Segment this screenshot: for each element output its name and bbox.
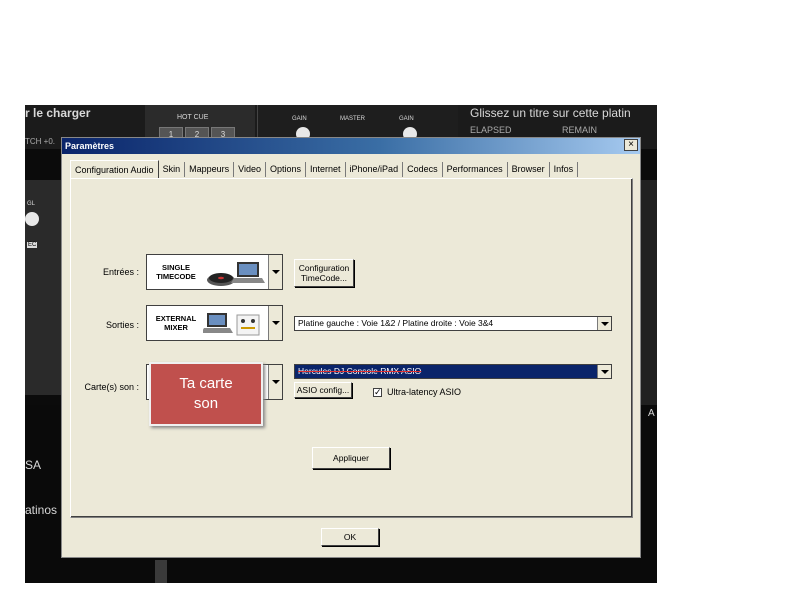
tab-infos[interactable]: Infos	[550, 162, 579, 177]
bg-pitch-label: TCH +0.	[25, 137, 56, 146]
ok-button[interactable]: OK	[321, 528, 379, 546]
outputs-label: Sorties :	[105, 320, 139, 330]
settings-dialog: Paramètres × Configuration Audio Skin Mapp…	[61, 137, 641, 558]
bg-hot-cue-label: HOT CUE	[177, 114, 209, 121]
outputs-routing-select[interactable]: Platine gauche : Voie 1&2 / Platine droi…	[294, 316, 612, 331]
tab-codecs[interactable]: Codecs	[403, 162, 443, 177]
dialog-title-bar[interactable]: Paramètres ×	[62, 138, 640, 154]
bg-left-knob	[25, 212, 39, 226]
chevron-down-icon[interactable]	[597, 365, 611, 378]
tab-browser[interactable]: Browser	[508, 162, 550, 177]
outputs-device-line2: MIXER	[164, 323, 188, 332]
soundcard-callout: Ta carte son	[149, 362, 263, 426]
settings-tabs: Configuration Audio Skin Mappeurs Video Opti…	[70, 160, 579, 178]
soundcard-value: Hercules DJ Console RMX ASIO	[298, 366, 422, 376]
tab-configuration-audio[interactable]: Configuration Audio	[70, 160, 159, 178]
external-mixer-icon: EXTERNAL MIXER	[147, 306, 269, 340]
bg-gain-left: GAIN	[292, 116, 307, 122]
bg-elapsed: ELAPSED	[470, 125, 512, 135]
inputs-device-line2: TIMECODE	[156, 272, 196, 281]
bg-left-text-1: SA	[25, 458, 42, 472]
single-timecode-icon: SINGLE TIMECODE	[147, 255, 269, 289]
timecode-config-button[interactable]: Configuration TimeCode...	[294, 259, 354, 287]
asio-config-button[interactable]: ASIO config...	[294, 382, 352, 398]
tab-video[interactable]: Video	[234, 162, 266, 177]
close-button[interactable]: ×	[624, 139, 638, 151]
tab-panel-audio: Entrées : SINGLE TIMECODE Configuration …	[70, 178, 633, 518]
chevron-down-icon[interactable]	[268, 255, 282, 289]
bg-left-title: r le charger	[25, 106, 91, 120]
turntable-laptop-icon	[207, 262, 265, 286]
tab-iphone-ipad[interactable]: iPhone/iPad	[346, 162, 404, 177]
tab-internet[interactable]: Internet	[306, 162, 346, 177]
close-icon: ×	[628, 139, 634, 150]
apply-button[interactable]: Appliquer	[312, 447, 390, 469]
bg-left-text-2: atinos	[25, 503, 58, 517]
chevron-down-icon[interactable]	[597, 317, 611, 330]
bg-strip	[155, 560, 167, 583]
callout-line1: Ta carte	[179, 375, 233, 392]
soundcard-select[interactable]: Hercules DJ Console RMX ASIO	[294, 364, 612, 379]
tab-skin[interactable]: Skin	[159, 162, 186, 177]
soundcard-label: Carte(s) son :	[84, 382, 139, 392]
tab-options[interactable]: Options	[266, 162, 306, 177]
callout-line2: son	[193, 395, 219, 412]
ultra-latency-label: Ultra-latency ASIO	[387, 387, 462, 397]
bg-remain: REMAIN	[562, 125, 598, 135]
bg-gain-right: GAIN	[399, 116, 414, 122]
bg-left-small-1: GL	[27, 201, 36, 207]
tab-performances[interactable]: Performances	[443, 162, 508, 177]
inputs-device-select[interactable]: SINGLE TIMECODE	[146, 254, 283, 290]
bg-master-label: MASTER	[340, 116, 366, 122]
dialog-title: Paramètres	[65, 141, 115, 151]
outputs-routing-value: Platine gauche : Voie 1&2 / Platine droi…	[298, 318, 494, 328]
bg-left-small-2: EC	[27, 242, 38, 248]
outputs-device-line1: EXTERNAL	[155, 314, 197, 323]
laptop-mixer-icon	[203, 313, 260, 336]
inputs-label: Entrées :	[102, 267, 139, 277]
tab-mappeurs[interactable]: Mappeurs	[185, 162, 235, 177]
bg-right-text: A	[648, 408, 655, 419]
bg-left-panel: GL EC	[25, 180, 64, 395]
chevron-down-icon[interactable]	[268, 306, 282, 340]
outputs-device-select[interactable]: EXTERNAL MIXER	[146, 305, 283, 341]
chevron-down-icon[interactable]	[268, 365, 282, 399]
inputs-device-line1: SINGLE	[162, 263, 190, 272]
bg-right-title: Glissez un titre sur cette platin	[470, 106, 631, 120]
ultra-latency-checkbox[interactable]: ✓	[373, 388, 382, 397]
